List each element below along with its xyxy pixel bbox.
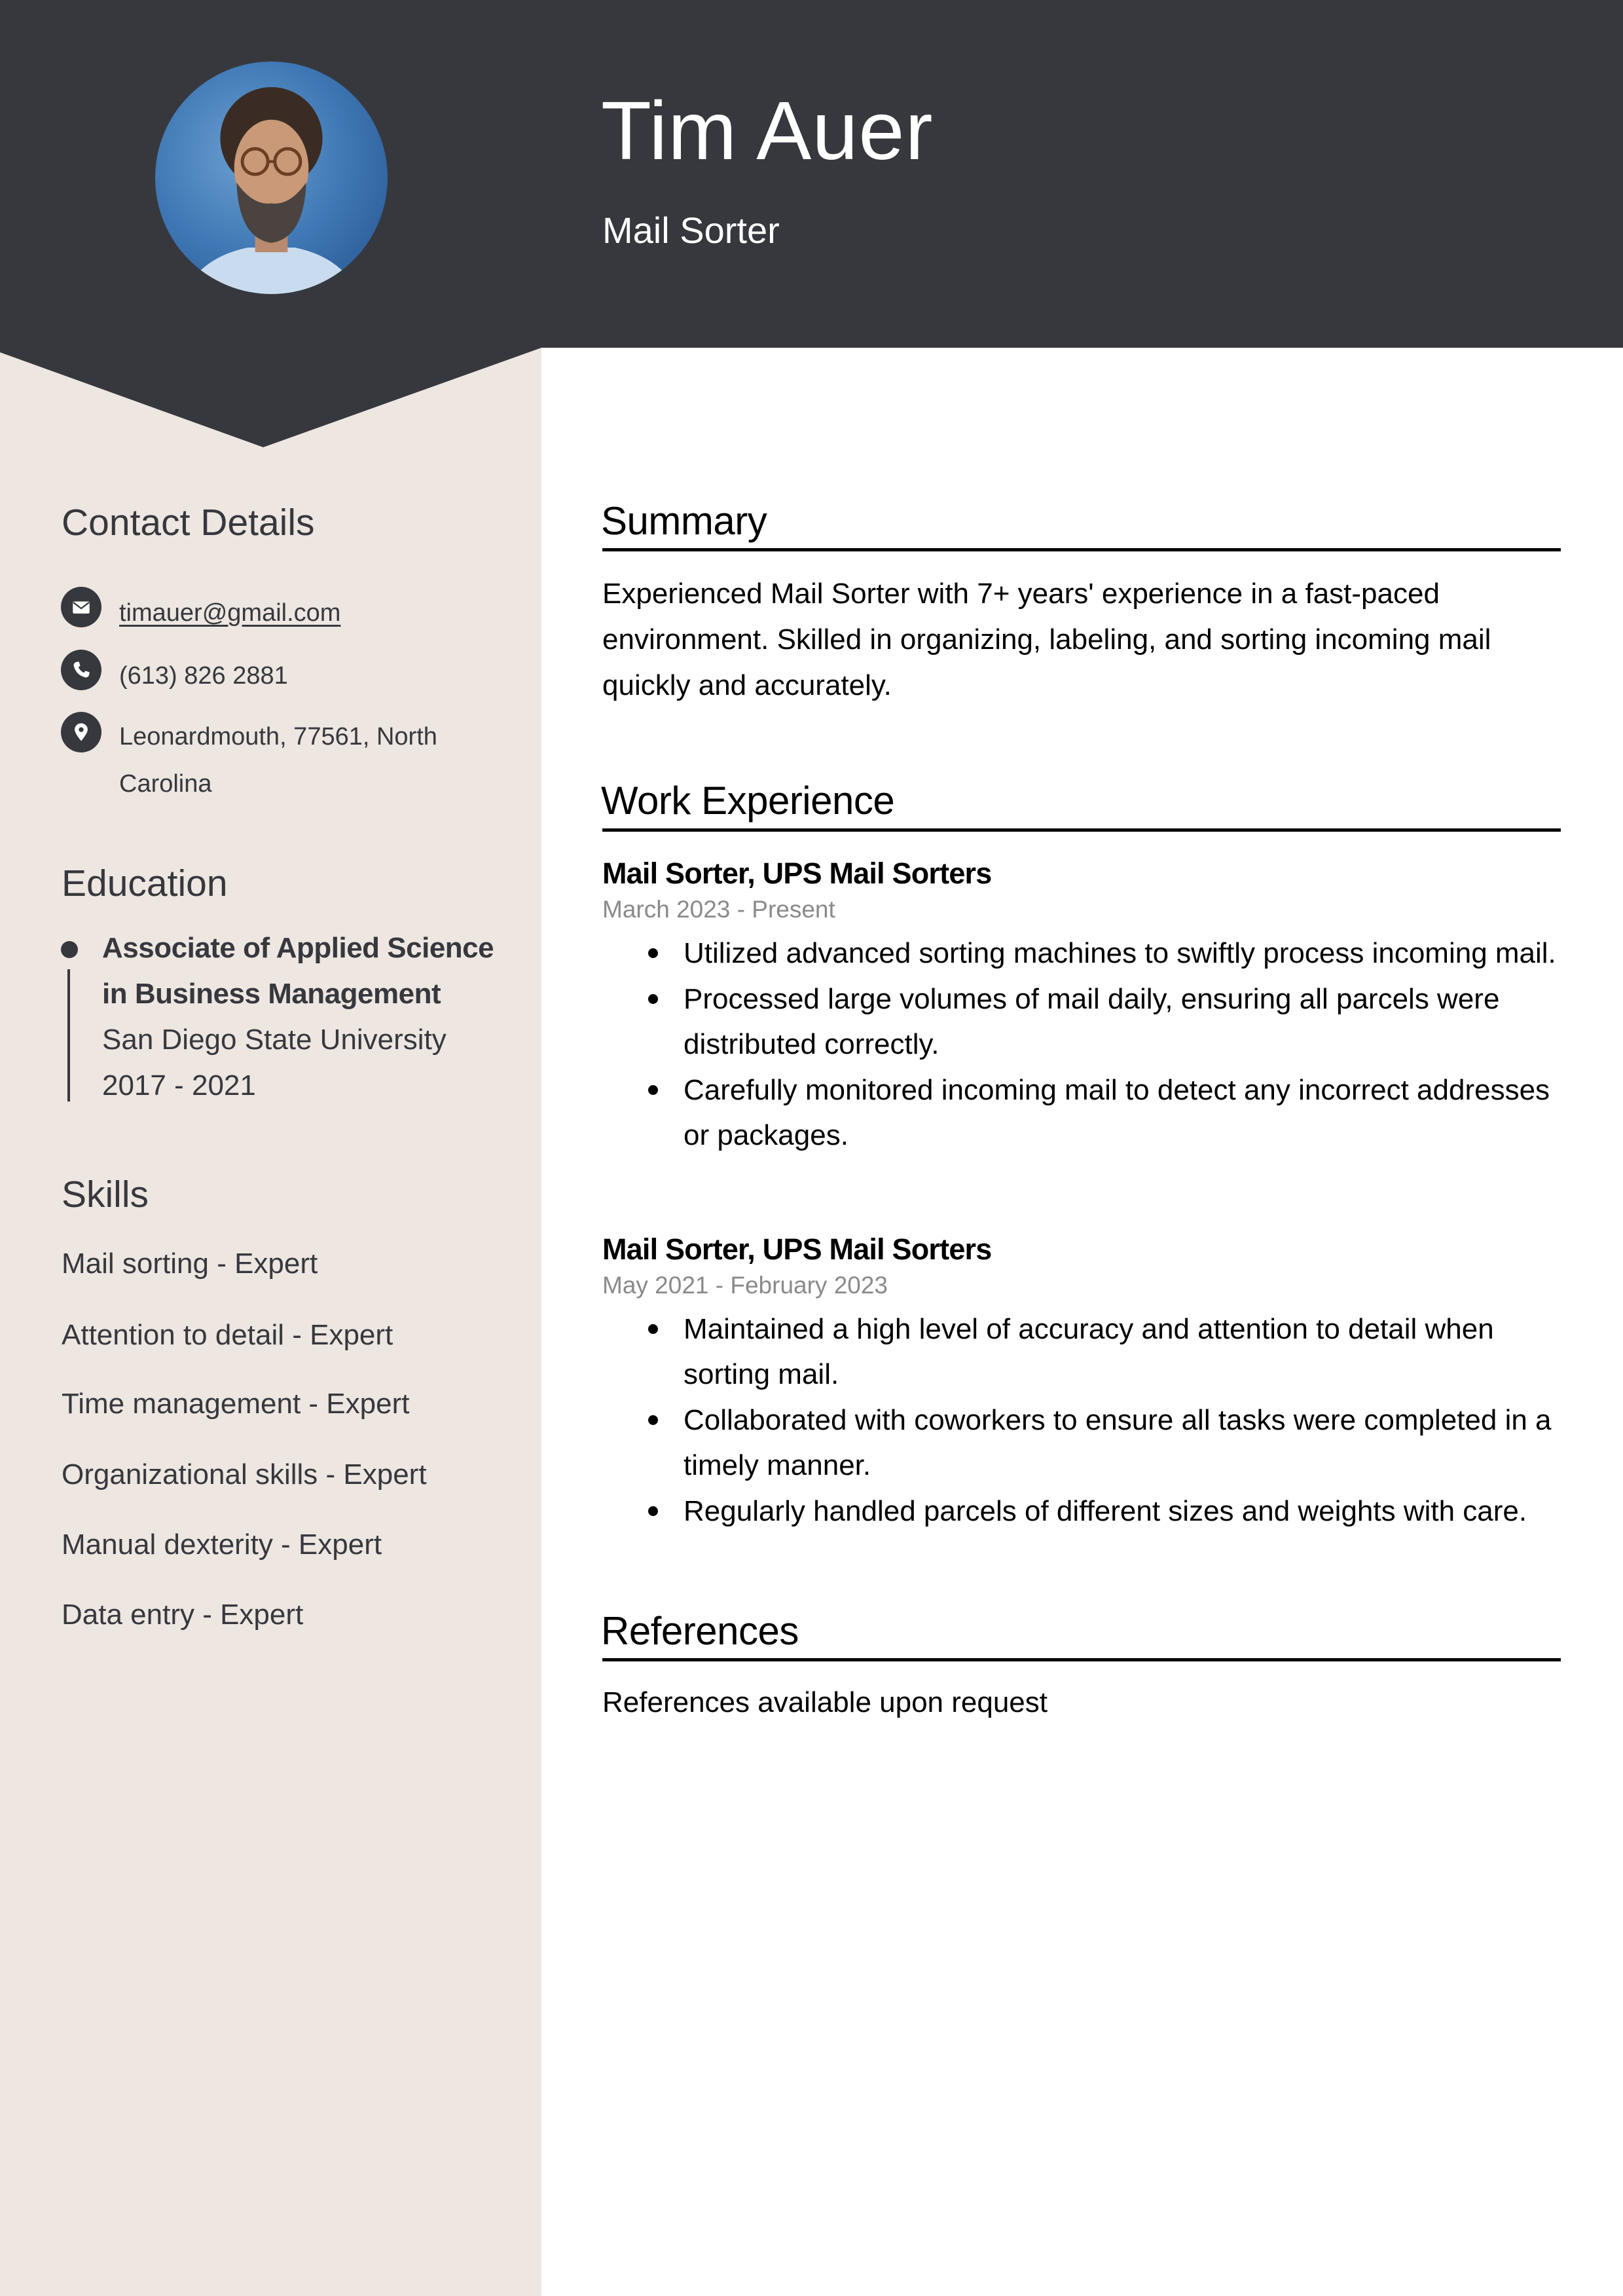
skill-item: Manual dexterity - Expert	[62, 1528, 382, 1561]
phone-number: (613) 826 2881	[119, 662, 288, 690]
job-bullet: Carefully monitored incoming mail to det…	[648, 1067, 1565, 1158]
bullet-dot-icon	[648, 1324, 658, 1334]
summary-heading: Summary	[601, 499, 767, 543]
education-heading: Education	[62, 862, 228, 904]
job-bullet: Collaborated with coworkers to ensure al…	[648, 1398, 1565, 1488]
references-divider	[602, 1658, 1561, 1661]
education-years: 2017 - 2021	[102, 1069, 256, 1102]
bullet-dot-icon	[648, 948, 658, 958]
bullet-dot-icon	[648, 1085, 658, 1095]
profile-photo	[155, 62, 388, 294]
job-bullet: Maintained a high level of accuracy and …	[648, 1306, 1565, 1397]
candidate-name: Tim Auer	[601, 84, 934, 177]
email-link[interactable]: timauer@gmail.com	[119, 589, 340, 637]
header-chevron	[0, 341, 541, 447]
references-heading: References	[601, 1609, 799, 1653]
skills-heading: Skills	[62, 1174, 149, 1215]
timeline-dot	[61, 941, 78, 958]
job-bullets: Utilized advanced sorting machines to sw…	[648, 931, 1565, 1158]
envelope-icon	[61, 587, 101, 627]
job-bullets: Maintained a high level of accuracy and …	[648, 1306, 1565, 1534]
skill-item: Mail sorting - Expert	[62, 1248, 318, 1280]
candidate-title: Mail Sorter	[602, 210, 780, 251]
education-entry: Associate of Applied Science in Business…	[102, 925, 521, 1109]
job-dates: March 2023 - Present	[602, 896, 835, 923]
skill-item: Time management - Expert	[62, 1388, 410, 1420]
timeline-line	[67, 969, 70, 1102]
bullet-dot-icon	[648, 1415, 658, 1425]
summary-text: Experienced Mail Sorter with 7+ years' e…	[602, 578, 1491, 701]
phone-icon	[61, 650, 101, 690]
job-title: Mail Sorter, UPS Mail Sorters	[602, 1232, 992, 1266]
references-text: References available upon request	[602, 1686, 1048, 1718]
skill-item: Data entry - Expert	[62, 1599, 304, 1631]
address-text: Leonardmouth, 77561, North Carolina	[119, 723, 437, 798]
bullet-dot-icon	[648, 994, 658, 1004]
bullet-dot-icon	[648, 1506, 658, 1516]
experience-heading: Work Experience	[601, 779, 895, 823]
education-degree: Associate of Applied Science in Business…	[102, 932, 494, 1010]
job-bullet: Regularly handled parcels of different s…	[648, 1489, 1565, 1534]
skill-item: Attention to detail - Expert	[62, 1319, 393, 1351]
job-bullet: Utilized advanced sorting machines to sw…	[648, 931, 1565, 976]
job-dates: May 2021 - February 2023	[602, 1272, 888, 1299]
job-bullet: Processed large volumes of mail daily, e…	[648, 976, 1565, 1067]
contact-heading: Contact Details	[62, 502, 315, 544]
experience-divider	[602, 828, 1561, 832]
skill-item: Organizational skills - Expert	[62, 1458, 427, 1491]
location-pin-icon	[61, 712, 101, 752]
education-school: San Diego State University	[102, 1024, 447, 1056]
job-title: Mail Sorter, UPS Mail Sorters	[602, 857, 992, 890]
summary-divider	[602, 548, 1561, 551]
